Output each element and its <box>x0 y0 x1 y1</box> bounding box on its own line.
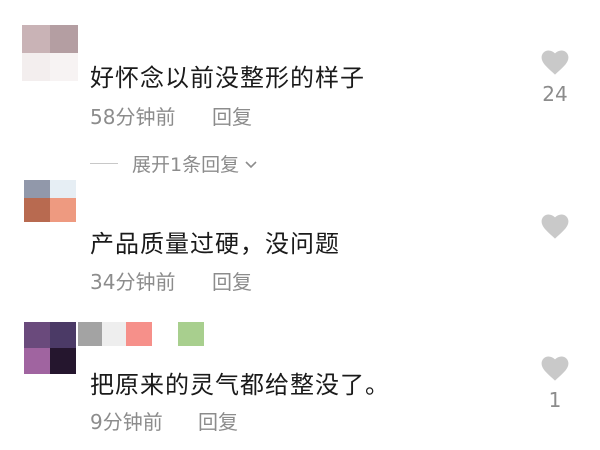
avatar[interactable] <box>22 25 78 81</box>
username[interactable] <box>78 322 206 346</box>
comment-item: 产品质量过硬，没问题 34分钟前 回复 <box>0 178 600 318</box>
comment-item: 把原来的灵气都给整没了。 9分钟前 回复 1 <box>0 318 600 450</box>
comment-text: 好怀念以前没整形的样子 <box>90 64 365 92</box>
expand-replies-button[interactable]: 展开1条回复 <box>90 150 259 177</box>
heart-icon <box>541 356 569 381</box>
like-count: 1 <box>548 388 562 412</box>
comment-time: 9分钟前 <box>90 410 163 434</box>
heart-icon <box>541 50 569 75</box>
avatar[interactable] <box>24 322 76 374</box>
avatar[interactable] <box>24 180 76 222</box>
comment-time: 34分钟前 <box>90 270 176 294</box>
like-button[interactable]: 1 <box>530 356 580 412</box>
chevron-down-icon <box>245 160 257 168</box>
comment-text: 把原来的灵气都给整没了。 <box>90 371 390 399</box>
divider <box>90 163 118 164</box>
comment-text: 产品质量过硬，没问题 <box>90 230 340 258</box>
heart-icon <box>541 214 569 239</box>
like-count: 24 <box>542 82 568 106</box>
reply-button[interactable]: 回复 <box>198 406 238 435</box>
like-button[interactable]: 24 <box>530 50 580 106</box>
comment-item: 好怀念以前没整形的样子 58分钟前 回复 展开1条回复 24 <box>0 20 600 180</box>
like-button[interactable] <box>530 214 580 246</box>
comment-time: 58分钟前 <box>90 105 176 129</box>
expand-replies-label: 展开1条回复 <box>132 154 240 176</box>
reply-button[interactable]: 回复 <box>212 101 252 130</box>
reply-button[interactable]: 回复 <box>212 266 252 295</box>
